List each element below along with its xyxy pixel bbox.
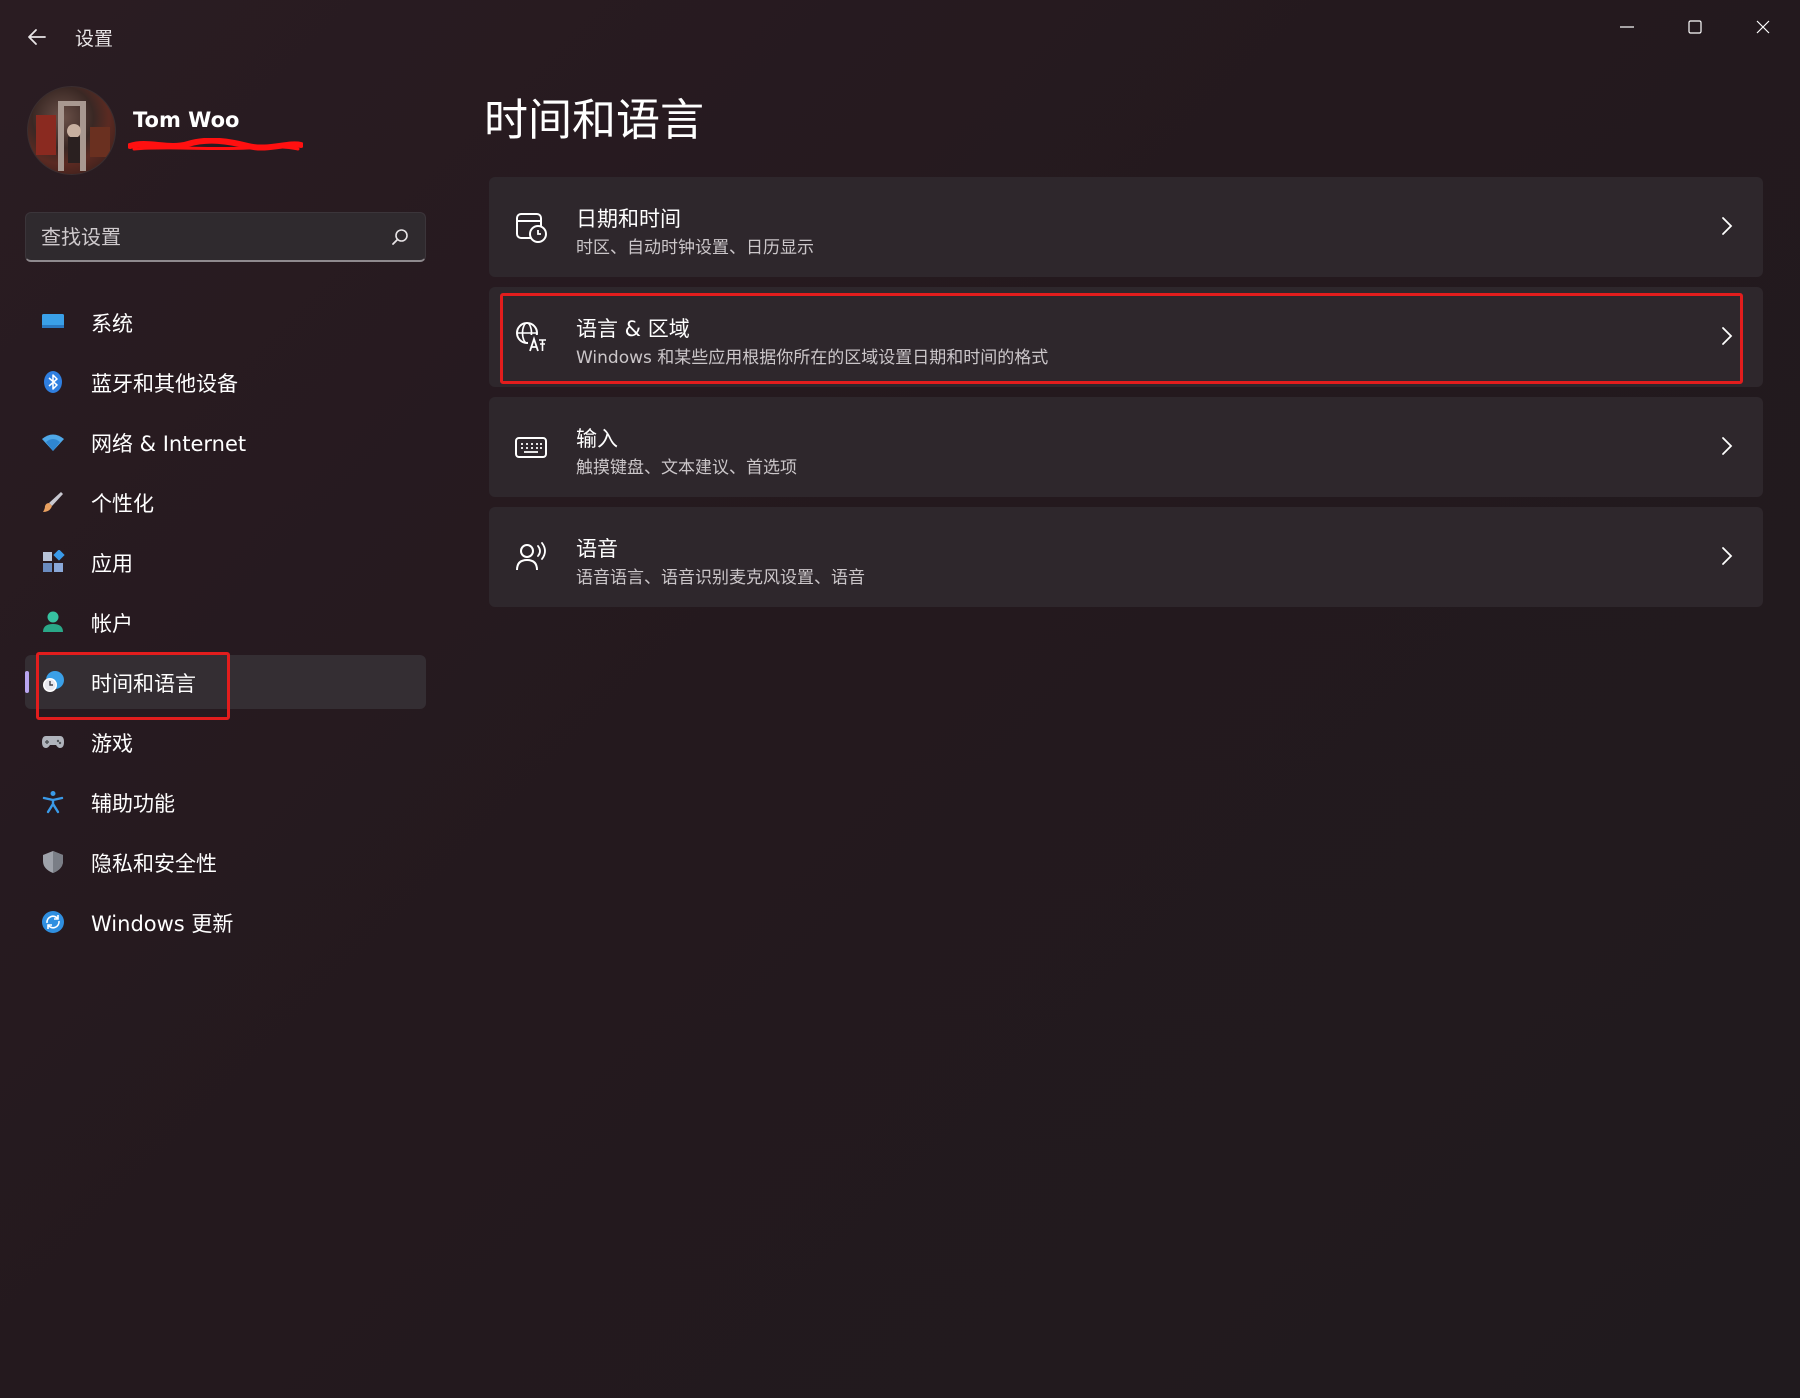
card-speech[interactable]: 语音 语音语言、语音识别麦克风设置、语音	[489, 507, 1763, 607]
sidebar-item-label: 个性化	[91, 492, 154, 516]
card-description: 时区、自动时钟设置、日历显示	[576, 238, 814, 258]
sidebar-item-label: 帐户	[91, 612, 133, 636]
sidebar-item-label: 辅助功能	[91, 792, 175, 816]
close-button[interactable]	[1732, 8, 1794, 46]
sidebar-item-personalization[interactable]: 个性化	[25, 475, 426, 529]
app-title: 设置	[75, 28, 114, 50]
card-language-region[interactable]: 语言 & 区域 Windows 和某些应用根据你所在的区域设置日期和时间的格式	[489, 287, 1763, 387]
selection-indicator	[25, 671, 29, 693]
chevron-right-icon	[1722, 437, 1733, 455]
maximize-icon	[1688, 20, 1702, 34]
back-arrow-icon	[28, 29, 46, 45]
search-icon[interactable]	[390, 227, 410, 247]
page-title: 时间和语言	[484, 95, 704, 146]
keyboard-icon	[515, 437, 547, 458]
gamepad-icon	[42, 736, 64, 748]
clock-globe-icon	[43, 671, 64, 692]
avatar-photo-icon	[36, 101, 110, 171]
sync-icon	[42, 911, 64, 933]
maximize-button[interactable]	[1664, 8, 1726, 46]
card-description: Windows 和某些应用根据你所在的区域设置日期和时间的格式	[576, 348, 1049, 368]
sidebar-item-system[interactable]: 系统	[25, 295, 426, 349]
card-title: 语音	[576, 537, 618, 561]
search-input[interactable]	[41, 224, 371, 250]
avatar[interactable]	[27, 86, 116, 175]
person-icon	[43, 611, 63, 632]
sidebar-item-time-language[interactable]: 时间和语言	[25, 655, 426, 709]
sidebar-item-gaming[interactable]: 游戏	[25, 715, 426, 769]
speech-icon	[516, 542, 546, 571]
sidebar-item-label: 隐私和安全性	[91, 852, 217, 876]
chevron-right-icon	[1722, 327, 1733, 345]
sidebar-item-label: 应用	[91, 552, 133, 576]
close-icon	[1756, 20, 1770, 34]
back-button[interactable]	[22, 22, 52, 52]
sidebar-item-label: 蓝牙和其他设备	[91, 372, 238, 396]
card-title: 输入	[576, 427, 618, 451]
bluetooth-icon	[44, 371, 62, 393]
sidebar-item-label: 时间和语言	[91, 672, 196, 696]
sidebar-item-accounts[interactable]: 帐户	[25, 595, 426, 649]
sidebar-item-apps[interactable]: 应用	[25, 535, 426, 589]
card-description: 语音语言、语音识别麦克风设置、语音	[576, 568, 865, 588]
sidebar-item-privacy[interactable]: 隐私和安全性	[25, 835, 426, 889]
language-icon	[516, 322, 546, 352]
chevron-right-icon	[1722, 547, 1733, 565]
user-name: Tom Woo	[133, 108, 240, 132]
calendar-clock-icon	[516, 213, 547, 243]
sidebar-item-label: Windows 更新	[91, 912, 234, 936]
card-typing[interactable]: 输入 触摸键盘、文本建议、首选项	[489, 397, 1763, 497]
card-title: 日期和时间	[576, 207, 681, 231]
sidebar-item-accessibility[interactable]: 辅助功能	[25, 775, 426, 829]
shield-icon	[43, 851, 63, 873]
wifi-icon	[42, 434, 64, 451]
card-title: 语言 & 区域	[576, 317, 690, 341]
title-bar: 设置	[0, 0, 1800, 72]
sidebar-item-label: 网络 & Internet	[91, 432, 247, 456]
minimize-icon	[1620, 26, 1634, 28]
minimize-button[interactable]	[1596, 8, 1658, 46]
redacted-email-scribble	[128, 138, 303, 151]
chevron-right-icon	[1722, 217, 1733, 235]
sidebar-item-network[interactable]: 网络 & Internet	[25, 415, 426, 469]
sidebar-item-label: 系统	[91, 312, 133, 336]
settings-window: 设置 Tom Woo 查找设置 系统 蓝牙和其他设备 网络 & Internet…	[0, 0, 1800, 1398]
card-date-time[interactable]: 日期和时间 时区、自动时钟设置、日历显示	[489, 177, 1763, 277]
paintbrush-icon	[43, 492, 63, 512]
accessibility-icon	[42, 791, 64, 814]
sidebar-item-windows-update[interactable]: Windows 更新	[25, 895, 426, 949]
apps-icon	[43, 550, 65, 572]
sidebar-item-bluetooth[interactable]: 蓝牙和其他设备	[25, 355, 426, 409]
sidebar-item-label: 游戏	[91, 732, 133, 756]
monitor-icon	[42, 314, 64, 328]
card-description: 触摸键盘、文本建议、首选项	[576, 458, 797, 478]
search-box[interactable]	[25, 212, 426, 262]
